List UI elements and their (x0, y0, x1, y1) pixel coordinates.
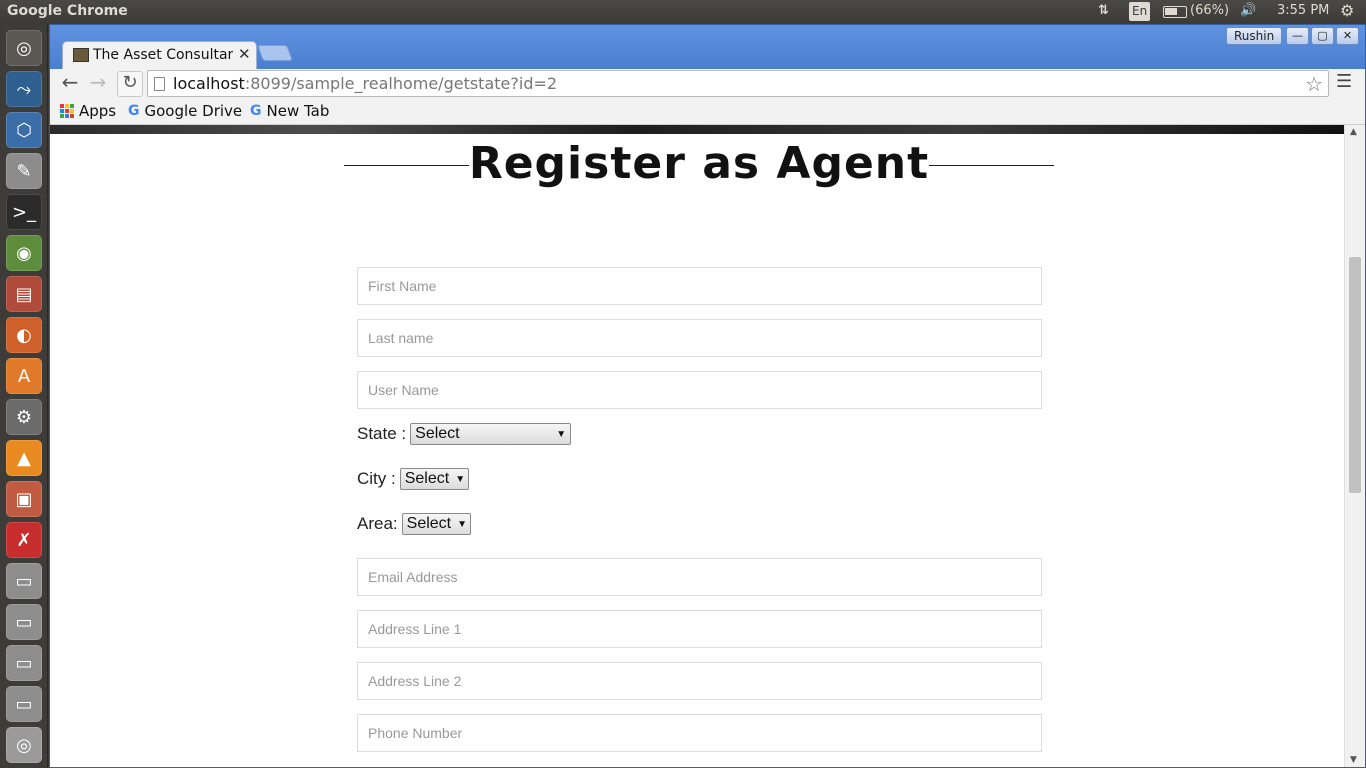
virtualbox-icon[interactable]: ⬡ (6, 112, 42, 148)
bookmark-label: Google Drive (144, 102, 243, 120)
url-path: :8099/sample_realhome/getstate?id=2 (244, 74, 558, 93)
bookmark-new-tab[interactable]: G New Tab (250, 102, 329, 120)
user-name-input[interactable] (357, 371, 1042, 409)
text-editor-icon[interactable]: ✎ (6, 153, 42, 189)
clock[interactable]: 3:55 PM (1277, 3, 1329, 18)
bookmark-label: Apps (79, 102, 117, 120)
mysql-workbench-icon[interactable]: ⤳ (6, 71, 42, 107)
system-settings-icon[interactable]: ⚙ (6, 399, 42, 435)
address-line-2-input[interactable] (357, 662, 1042, 700)
battery-icon[interactable] (1163, 6, 1187, 18)
state-select-value: Select (415, 425, 460, 442)
address-line-1-input[interactable] (357, 610, 1042, 648)
files-icon[interactable]: ▤ (6, 276, 42, 312)
last-name-input[interactable] (357, 319, 1042, 357)
maximize-button[interactable]: ▢ (1311, 27, 1334, 45)
back-arrow-icon[interactable]: ← (58, 71, 82, 95)
session-gear-icon[interactable]: ⚙ (1340, 1, 1354, 20)
drive-icon[interactable]: ▭ (6, 563, 42, 599)
dropdown-arrow-icon: ▼ (556, 428, 567, 440)
page-title: Register as Agent (468, 137, 930, 189)
state-select[interactable]: Select ▼ (410, 423, 572, 445)
vlc-icon[interactable]: ▲ (6, 440, 42, 476)
vertical-scrollbar[interactable]: ▲ ▼ (1344, 125, 1365, 767)
header-image (50, 125, 1344, 134)
city-row: City : Select ▼ (357, 468, 469, 490)
chrome-menu-icon[interactable]: ☰ (1336, 71, 1352, 92)
dropdown-arrow-icon: ▼ (455, 473, 466, 485)
email-input[interactable] (357, 558, 1042, 596)
heading-block: Register as Agent (344, 135, 1054, 191)
area-select-value: Select (406, 515, 452, 532)
dash-icon[interactable]: ◎ (6, 30, 42, 66)
state-label: State : (357, 424, 407, 443)
city-select[interactable]: Select ▼ (399, 468, 469, 490)
dropdown-arrow-icon: ▼ (457, 518, 468, 530)
page-viewport: Register as Agent State : Select ▼ City … (50, 125, 1365, 767)
minimize-button[interactable]: — (1286, 27, 1309, 45)
heading-rule-left (344, 164, 469, 166)
scroll-up-arrow-icon[interactable]: ▲ (1350, 127, 1357, 137)
archive-icon[interactable]: ▣ (6, 481, 42, 517)
volume-icon[interactable]: 🔊 (1240, 3, 1256, 18)
scrollbar-thumb[interactable] (1349, 257, 1361, 493)
software-center-icon[interactable]: A (6, 358, 42, 394)
tab-strip: The Asset Consultan ✕ Rushin — ▢ ✕ (50, 25, 1365, 69)
city-label: City : (357, 469, 396, 488)
keyboard-language-indicator[interactable]: En (1129, 2, 1151, 21)
tab-active[interactable]: The Asset Consultan ✕ (62, 41, 257, 69)
google-icon: G (128, 103, 140, 119)
battery-percentage[interactable]: (66%) (1190, 3, 1229, 18)
scroll-down-arrow-icon[interactable]: ▼ (1350, 755, 1357, 765)
bookmark-google-drive[interactable]: G Google Drive (128, 102, 242, 120)
bookmark-star-icon[interactable]: ☆ (1305, 72, 1323, 96)
draw-icon[interactable]: ✗ (6, 522, 42, 558)
firefox-icon[interactable]: ◐ (6, 317, 42, 353)
google-icon: G (250, 103, 262, 119)
browser-window: The Asset Consultan ✕ Rushin — ▢ ✕ ← → ↻… (49, 24, 1366, 768)
drive-icon[interactable]: ▭ (6, 604, 42, 640)
network-icon[interactable]: ⇅ (1098, 3, 1109, 18)
apps-grid-icon (60, 104, 74, 118)
first-name-input[interactable] (357, 267, 1042, 305)
drive-icon[interactable]: ▭ (6, 686, 42, 722)
tab-close-icon[interactable]: ✕ (238, 45, 251, 63)
forward-arrow-icon[interactable]: → (86, 71, 110, 95)
url-text[interactable]: localhost:8099/sample_realhome/getstate?… (173, 74, 557, 93)
chrome-icon[interactable]: ◉ (6, 235, 42, 271)
address-bar[interactable]: localhost:8099/sample_realhome/getstate?… (147, 70, 1329, 97)
tab-title: The Asset Consultan (93, 47, 233, 63)
bookmarks-bar: Apps G Google Drive G New Tab (50, 99, 1365, 125)
new-tab-button[interactable] (257, 45, 293, 61)
city-select-value: Select (404, 470, 450, 487)
browser-toolbar: ← → ↻ localhost:8099/sample_realhome/get… (50, 69, 1365, 99)
page-favicon-icon (73, 48, 89, 62)
close-window-button[interactable]: ✕ (1336, 27, 1359, 45)
bookmark-apps[interactable]: Apps (60, 102, 116, 120)
area-row: Area: Select ▼ (357, 513, 471, 535)
drive-icon[interactable]: ▭ (6, 645, 42, 681)
profile-button[interactable]: Rushin (1226, 27, 1283, 45)
terminal-icon[interactable]: >_ (6, 194, 42, 230)
url-host: localhost (173, 74, 245, 93)
bookmark-label: New Tab (266, 102, 330, 120)
dvd-icon[interactable]: ◎ (6, 727, 42, 763)
launcher: ◎ ⤳ ⬡ ✎ >_ ◉ ▤ ◐ A ⚙ ▲ ▣ ✗ ▭ ▭ ▭ ▭ ◎ (0, 24, 48, 768)
area-label: Area: (357, 514, 398, 533)
heading-rule-right (929, 164, 1054, 166)
page-icon (154, 77, 165, 91)
phone-number-input[interactable] (357, 714, 1042, 752)
top-panel: Google Chrome ⇅ En (66%) 🔊 3:55 PM ⚙ (0, 0, 1366, 24)
area-select[interactable]: Select ▼ (401, 513, 471, 535)
state-row: State : Select ▼ (357, 423, 572, 445)
app-title: Google Chrome (7, 3, 128, 19)
reload-icon[interactable]: ↻ (117, 71, 143, 97)
